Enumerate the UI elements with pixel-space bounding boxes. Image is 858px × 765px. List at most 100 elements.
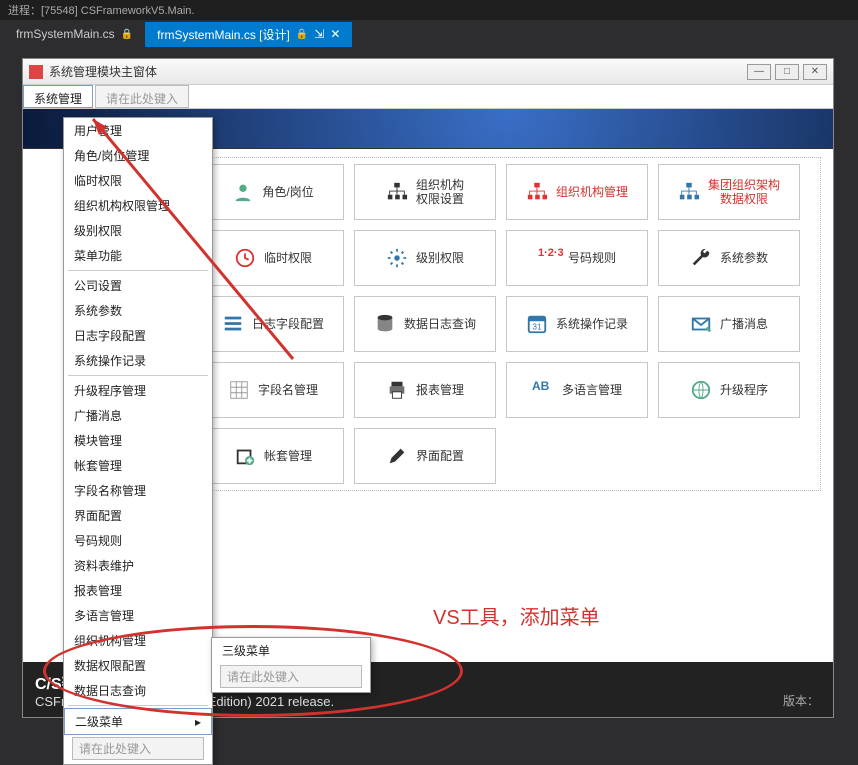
tab-designer[interactable]: frmSystemMain.cs [设计] 🔒 ⇲ ✕ [145, 22, 352, 47]
plus-icon [234, 445, 256, 467]
menu-system-mgmt[interactable]: 系统管理 [23, 85, 93, 108]
tile-button[interactable]: 字段名管理 [202, 362, 344, 418]
tile-label: 多语言管理 [562, 383, 622, 397]
tile-label: 级别权限 [416, 251, 464, 265]
tab-strip: frmSystemMain.cs 🔒 frmSystemMain.cs [设计]… [0, 20, 858, 48]
tile-button[interactable]: 帐套管理 [202, 428, 344, 484]
clock-icon [234, 247, 256, 269]
user-icon [232, 181, 254, 203]
window-title: 系统管理模块主窗体 [49, 63, 157, 80]
tile-grid: 角色/岗位 组织机构权限设置 组织机构管理 集团组织架构数据权限临时权限 级别权限 1·2… [195, 157, 821, 491]
menu-item[interactable]: 组织机构权限管理 [64, 193, 212, 218]
close-button[interactable]: ✕ [803, 64, 827, 80]
pin-icon[interactable]: ⇲ [314, 27, 324, 41]
menu-item[interactable]: 界面配置 [64, 503, 212, 528]
menu-item[interactable]: 数据日志查询 [64, 678, 212, 703]
menu-item[interactable]: 菜单功能 [64, 243, 212, 268]
tile-label: 系统参数 [720, 251, 768, 265]
submenu-level2[interactable]: 二级菜单 ▸ [64, 708, 212, 735]
menu-item[interactable]: 公司设置 [64, 273, 212, 298]
org-icon [526, 181, 548, 203]
menu-item[interactable]: 用户管理 [64, 118, 212, 143]
grid-icon [228, 379, 250, 401]
menu-item[interactable]: 模块管理 [64, 428, 212, 453]
tile-button[interactable]: 级别权限 [354, 230, 496, 286]
tile-label: 界面配置 [416, 449, 464, 463]
submenu-level3: 三级菜单 请在此处键入 [211, 637, 371, 693]
tile-button[interactable]: 31 系统操作记录 [506, 296, 648, 352]
tile-label: 组织机构管理 [556, 185, 628, 199]
chevron-right-icon: ▸ [195, 715, 201, 729]
menu-type-here[interactable]: 请在此处键入 [95, 85, 189, 108]
tile-button[interactable]: 报表管理 [354, 362, 496, 418]
menu-item[interactable]: 临时权限 [64, 168, 212, 193]
db-icon [374, 313, 396, 335]
menu-item[interactable]: 日志字段配置 [64, 323, 212, 348]
tile-label: 升级程序 [720, 383, 768, 397]
tile-label: 号码规则 [568, 251, 616, 265]
app-icon [29, 65, 43, 79]
tile-button[interactable]: 广播消息 [658, 296, 800, 352]
menu-item[interactable]: 广播消息 [64, 403, 212, 428]
pencil-icon [386, 445, 408, 467]
tile-button[interactable]: 临时权限 [202, 230, 344, 286]
menu-item[interactable]: 组织机构管理 [64, 628, 212, 653]
tile-label: 日志字段配置 [252, 317, 324, 331]
menu-item[interactable]: 报表管理 [64, 578, 212, 603]
svg-text:31: 31 [532, 323, 542, 332]
globe-icon [690, 379, 712, 401]
minimize-button[interactable]: — [747, 64, 771, 80]
tile-button[interactable]: 组织机构权限设置 [354, 164, 496, 220]
window-titlebar[interactable]: 系统管理模块主窗体 — □ ✕ [23, 59, 833, 85]
menu-item[interactable]: 级别权限 [64, 218, 212, 243]
tile-button[interactable]: 1·2·3 号码规则 [506, 230, 648, 286]
menu-item[interactable]: 字段名称管理 [64, 478, 212, 503]
tile-label: 系统操作记录 [556, 317, 628, 331]
mail-icon [690, 313, 712, 335]
tile-button[interactable]: 升级程序 [658, 362, 800, 418]
tile-label: 广播消息 [720, 317, 768, 331]
tile-label: 字段名管理 [258, 383, 318, 397]
menu-item[interactable]: 系统参数 [64, 298, 212, 323]
menu-type-here[interactable]: 请在此处键入 [72, 737, 204, 760]
org-icon [386, 181, 408, 203]
maximize-button[interactable]: □ [775, 64, 799, 80]
tile-label: 数据日志查询 [404, 317, 476, 331]
lang-icon: AB [532, 379, 554, 401]
tile-label: 临时权限 [264, 251, 312, 265]
window-controls: — □ ✕ [747, 64, 827, 80]
menu-item[interactable]: 升级程序管理 [64, 378, 212, 403]
tile-button[interactable]: 系统参数 [658, 230, 800, 286]
tile-button[interactable]: 集团组织架构数据权限 [658, 164, 800, 220]
system-mgmt-dropdown: 用户管理角色/岗位管理临时权限组织机构权限管理级别权限菜单功能公司设置系统参数日… [63, 117, 213, 765]
tile-button[interactable]: 组织机构管理 [506, 164, 648, 220]
submenu-item[interactable]: 三级菜单 [212, 638, 370, 663]
menu-type-here[interactable]: 请在此处键入 [220, 665, 362, 688]
tile-label: 角色/岗位 [262, 185, 313, 199]
menu-item[interactable]: 数据权限配置 [64, 653, 212, 678]
menu-item[interactable]: 号码规则 [64, 528, 212, 553]
tile-button[interactable]: 角色/岗位 [202, 164, 344, 220]
menu-item[interactable]: 系统操作记录 [64, 348, 212, 373]
tile-label: 集团组织架构数据权限 [708, 178, 780, 207]
tab-cs-file[interactable]: frmSystemMain.cs 🔒 [4, 23, 145, 45]
tile-button[interactable]: 日志字段配置 [202, 296, 344, 352]
ide-top-bar: 进程：[75548] CSFrameworkV5.Main. [0, 0, 858, 20]
close-icon[interactable]: ✕ [330, 27, 340, 41]
gear-icon [386, 247, 408, 269]
tile-label: 报表管理 [416, 383, 464, 397]
tile-button[interactable]: AB 多语言管理 [506, 362, 648, 418]
menu-bar: 系统管理 请在此处键入 [23, 85, 833, 109]
menu-item[interactable]: 角色/岗位管理 [64, 143, 212, 168]
tile-label: 帐套管理 [264, 449, 312, 463]
menu-item[interactable]: 多语言管理 [64, 603, 212, 628]
menu-separator [68, 270, 208, 271]
num-icon: 1·2·3 [538, 247, 560, 269]
menu-item[interactable]: 帐套管理 [64, 453, 212, 478]
org-icon [678, 181, 700, 203]
tile-button[interactable]: 数据日志查询 [354, 296, 496, 352]
menu-item[interactable]: 资料表维护 [64, 553, 212, 578]
designer-canvas: 系统管理模块主窗体 — □ ✕ 系统管理 请在此处键入 角色/岗位 组织机构权限设… [22, 58, 834, 718]
tile-label: 组织机构权限设置 [416, 178, 464, 207]
tile-button[interactable]: 界面配置 [354, 428, 496, 484]
